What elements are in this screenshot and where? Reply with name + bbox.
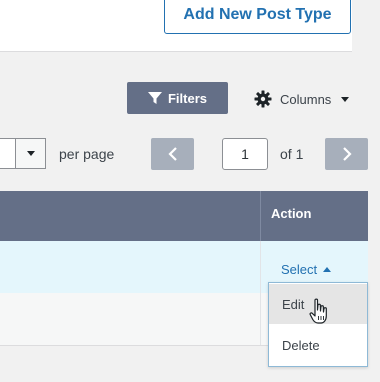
select-arrow-icon[interactable]	[15, 139, 45, 168]
table-header: Action	[0, 191, 368, 241]
row-actions-select-link[interactable]: Select	[281, 262, 332, 277]
columns-toggle[interactable]: Columns	[254, 89, 350, 109]
total-pages-label: of 1	[280, 146, 304, 162]
column-divider	[260, 241, 261, 293]
caret-up-icon	[323, 267, 332, 272]
column-divider	[260, 293, 261, 345]
select-label: Select	[281, 262, 318, 277]
filters-button[interactable]: Filters	[127, 82, 228, 114]
filters-label: Filters	[167, 90, 207, 106]
next-page-button[interactable]	[325, 138, 368, 170]
filter-funnel-icon	[147, 92, 162, 104]
chevron-left-icon	[167, 147, 177, 161]
previous-page-button[interactable]	[151, 138, 194, 170]
chevron-down-icon	[341, 96, 350, 102]
add-new-post-type-button[interactable]: Add New Post Type	[164, 0, 351, 34]
per-page-label: per page	[59, 146, 115, 162]
action-column-header: Action	[271, 206, 312, 221]
column-divider	[260, 191, 261, 241]
current-page-input[interactable]	[222, 138, 268, 170]
hand-pointer-cursor-icon	[309, 298, 327, 324]
per-page-select[interactable]	[0, 138, 46, 169]
chevron-right-icon	[342, 147, 352, 161]
columns-label: Columns	[280, 91, 332, 107]
top-panel: Add New Post Type	[0, 0, 352, 52]
gear-icon	[254, 90, 272, 108]
delete-menu-item[interactable]: Delete	[269, 325, 367, 365]
